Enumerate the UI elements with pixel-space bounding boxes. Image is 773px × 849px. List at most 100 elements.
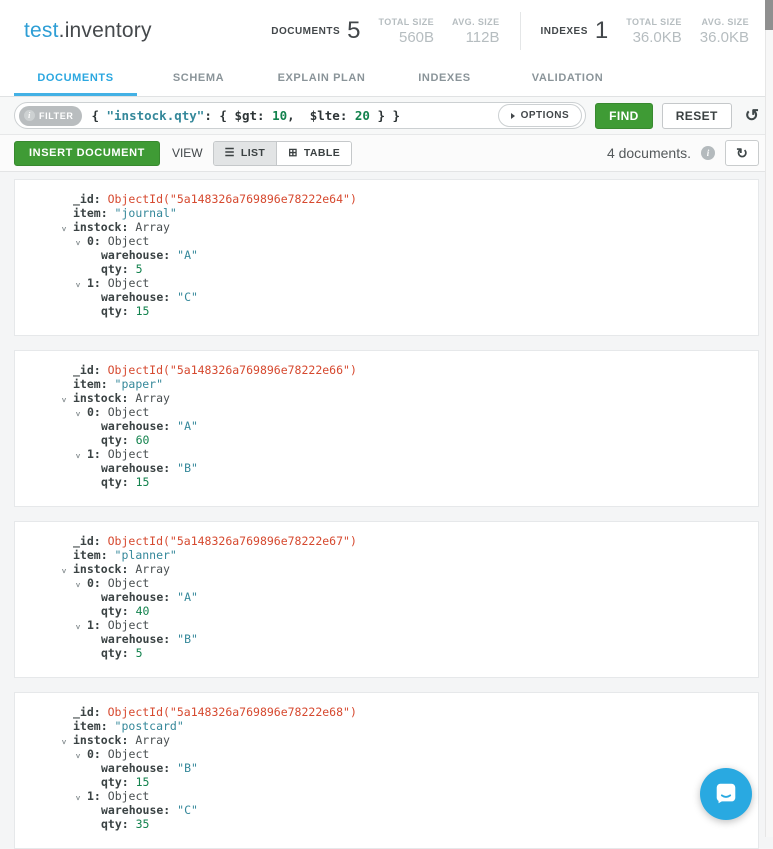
tab-indexes[interactable]: INDEXES (383, 62, 506, 96)
options-button[interactable]: OPTIONS (498, 104, 583, 127)
scrollbar-thumb[interactable] (765, 0, 773, 30)
reset-button[interactable]: RESET (662, 103, 732, 129)
field-key: 0: (87, 576, 108, 590)
chevron-down-icon[interactable]: > (70, 454, 84, 459)
view-table-button[interactable]: ⊞ TABLE (276, 142, 351, 165)
info-icon: i (24, 110, 35, 121)
chevron-down-icon[interactable]: > (56, 740, 70, 745)
field-key: 0: (87, 405, 108, 419)
document-field: _id: ObjectId("5a148326a769896e78222e67"… (15, 534, 758, 548)
field-value: "B" (177, 761, 198, 775)
field-value: Array (135, 733, 170, 747)
document-field: qty: 15 (15, 775, 758, 789)
doc-avg-size-value: 112B (452, 29, 499, 46)
field-value: "B" (177, 461, 198, 475)
view-list-button[interactable]: ☰ LIST (214, 142, 277, 165)
field-key: warehouse: (101, 419, 177, 433)
document-field: >1: Object (15, 618, 758, 632)
field-key: 0: (87, 234, 108, 248)
document-field: warehouse: "B" (15, 761, 758, 775)
document-field: >0: Object (15, 405, 758, 419)
document-field: item: "paper" (15, 377, 758, 391)
field-value: "planner" (115, 548, 177, 562)
chevron-down-icon[interactable]: > (70, 241, 84, 246)
filter-input[interactable]: i FILTER { "instock.qty": { $gt: 10, $lt… (14, 102, 586, 129)
field-value: "journal" (115, 206, 177, 220)
document-field: >1: Object (15, 789, 758, 803)
field-key: qty: (101, 433, 136, 447)
field-value: ObjectId("5a148326a769896e78222e67") (108, 534, 357, 548)
chevron-down-icon[interactable]: > (70, 412, 84, 417)
chevron-down-icon[interactable]: > (56, 398, 70, 403)
chevron-down-icon[interactable]: > (70, 283, 84, 288)
document-count-info-icon[interactable]: i (701, 146, 715, 160)
field-value: "paper" (115, 377, 163, 391)
tab-explain-plan[interactable]: EXPLAIN PLAN (260, 62, 383, 96)
chat-launcher-button[interactable] (700, 768, 752, 820)
field-value: Array (135, 391, 170, 405)
filter-query-text[interactable]: { "instock.qty": { $gt: 10, $lte: 20 } } (91, 108, 497, 123)
field-key: qty: (101, 262, 136, 276)
field-key: 0: (87, 747, 108, 761)
field-key: qty: (101, 775, 136, 789)
find-button[interactable]: FIND (595, 103, 653, 129)
chevron-down-icon[interactable]: > (70, 625, 84, 630)
field-value: ObjectId("5a148326a769896e78222e68") (108, 705, 357, 719)
scrollbar-track[interactable] (765, 0, 773, 837)
chevron-down-icon[interactable]: > (70, 754, 84, 759)
idx-avg-size-label: AVG. SIZE (700, 17, 749, 27)
document-card[interactable]: _id: ObjectId("5a148326a769896e78222e68"… (14, 692, 759, 849)
query-bar: i FILTER { "instock.qty": { $gt: 10, $lt… (0, 97, 773, 135)
table-icon: ⊞ (288, 148, 298, 159)
document-field: _id: ObjectId("5a148326a769896e78222e64"… (15, 192, 758, 206)
view-label: VIEW (172, 146, 203, 160)
doc-total-size-stat: TOTAL SIZE 560B (379, 17, 435, 46)
doc-avg-size-label: AVG. SIZE (452, 17, 499, 27)
document-card[interactable]: _id: ObjectId("5a148326a769896e78222e67"… (14, 521, 759, 678)
chevron-down-icon[interactable]: > (56, 227, 70, 232)
query-history-icon[interactable]: ↺ (741, 107, 763, 124)
field-value: Object (108, 234, 150, 248)
field-key: qty: (101, 817, 136, 831)
insert-document-button[interactable]: INSERT DOCUMENT (14, 141, 160, 166)
chevron-down-icon[interactable]: > (56, 569, 70, 574)
document-field: warehouse: "B" (15, 461, 758, 475)
indexes-stat-label: INDEXES (541, 26, 588, 37)
collection-stats: DOCUMENTS 5 TOTAL SIZE 560B AVG. SIZE 11… (271, 12, 749, 50)
tab-documents[interactable]: DOCUMENTS (14, 62, 137, 96)
field-key: _id: (73, 534, 108, 548)
filter-token: 10 (272, 108, 287, 123)
field-key: warehouse: (101, 290, 177, 304)
field-value: Object (108, 789, 150, 803)
field-key: qty: (101, 475, 136, 489)
documents-stat: DOCUMENTS 5 (271, 17, 360, 45)
document-card[interactable]: _id: ObjectId("5a148326a769896e78222e64"… (14, 179, 759, 336)
field-value: Array (135, 220, 170, 234)
chevron-down-icon[interactable]: > (70, 583, 84, 588)
field-key: _id: (73, 363, 108, 377)
options-label: OPTIONS (521, 110, 570, 121)
document-field: qty: 15 (15, 304, 758, 318)
field-value: 15 (136, 775, 150, 789)
document-field: warehouse: "C" (15, 290, 758, 304)
idx-avg-size-value: 36.0KB (700, 29, 749, 46)
document-field: qty: 35 (15, 817, 758, 831)
tab-schema[interactable]: SCHEMA (137, 62, 260, 96)
field-value: "A" (177, 248, 198, 262)
field-value: 5 (136, 262, 143, 276)
field-value: ObjectId("5a148326a769896e78222e66") (108, 363, 357, 377)
document-field: warehouse: "C" (15, 803, 758, 817)
collection-header: test.inventory DOCUMENTS 5 TOTAL SIZE 56… (0, 0, 773, 62)
filter-token: 20 (355, 108, 370, 123)
filter-token: } } (370, 108, 400, 123)
document-card[interactable]: _id: ObjectId("5a148326a769896e78222e66"… (14, 350, 759, 507)
field-value: ObjectId("5a148326a769896e78222e64") (108, 192, 357, 206)
document-field: warehouse: "A" (15, 419, 758, 433)
tab-validation[interactable]: VALIDATION (506, 62, 629, 96)
doc-total-size-value: 560B (379, 29, 435, 46)
filter-token: { (91, 108, 106, 123)
refresh-icon[interactable]: ↻ (725, 140, 759, 166)
view-table-label: TABLE (304, 147, 340, 159)
chevron-down-icon[interactable]: > (70, 796, 84, 801)
field-key: item: (73, 548, 115, 562)
